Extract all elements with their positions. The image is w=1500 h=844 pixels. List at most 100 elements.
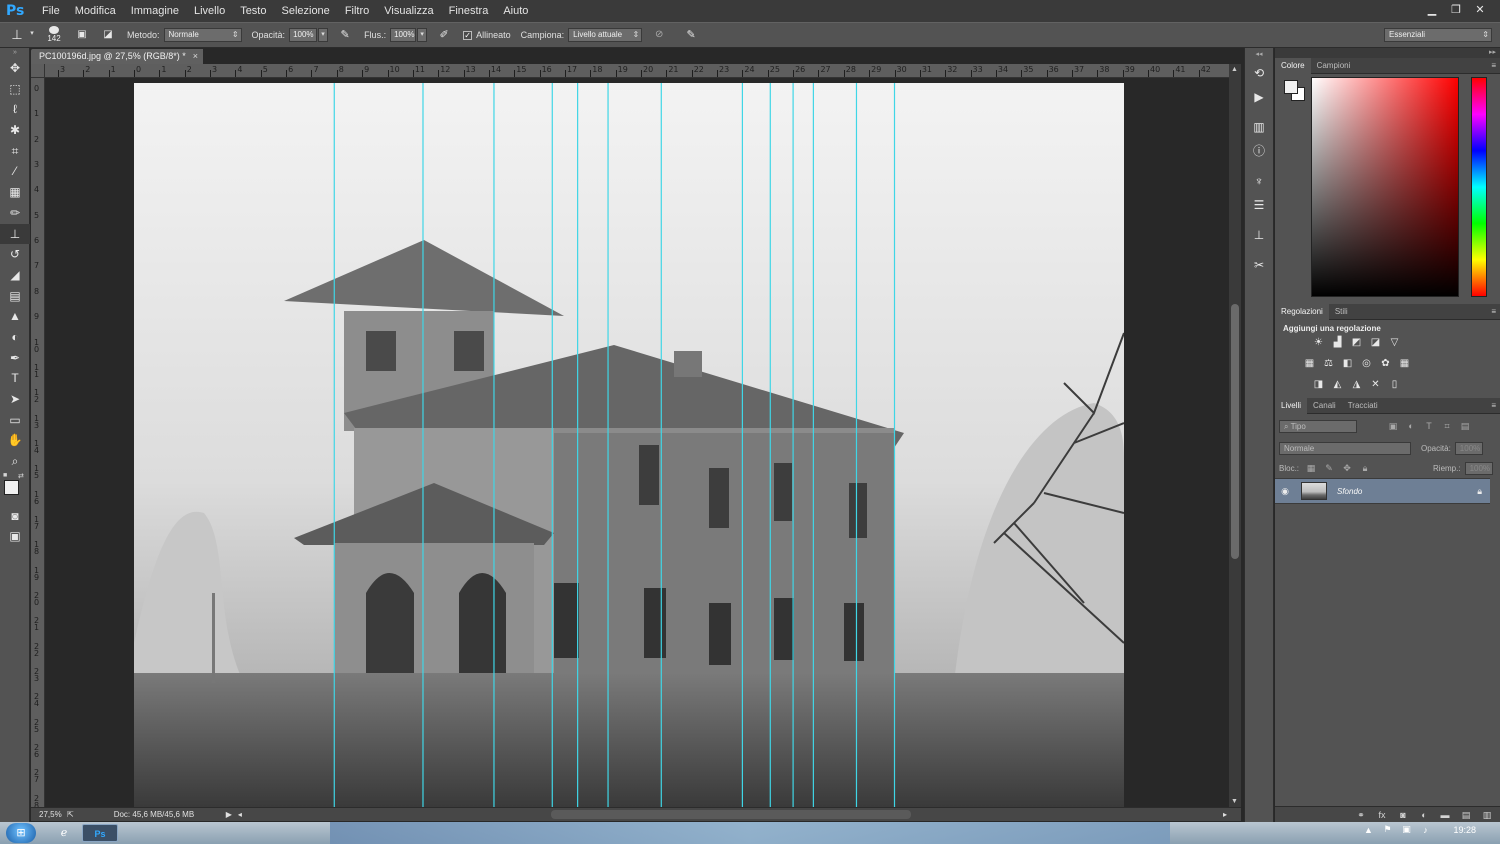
action-center-flag-icon[interactable]: ⚑: [1380, 824, 1394, 835]
path-selection-tool-icon[interactable]: ➤: [0, 389, 30, 410]
tab-campioni[interactable]: Campioni: [1311, 58, 1357, 74]
strip-collapse-icon[interactable]: ◂◂: [1245, 50, 1273, 60]
tab-colore[interactable]: Colore: [1275, 57, 1311, 74]
brush-settings-icon[interactable]: ☰: [1245, 194, 1273, 216]
status-menu-icon[interactable]: ▶: [226, 810, 232, 819]
filter-shape-icon[interactable]: ⌗: [1441, 420, 1453, 432]
photoshop-taskbar-button[interactable]: Ps: [82, 824, 118, 842]
brush-presets-icon[interactable]: ♆: [1245, 170, 1273, 192]
threshold-icon[interactable]: ◮: [1350, 379, 1363, 390]
lock-image-icon[interactable]: ✎: [1323, 462, 1335, 474]
close-document-icon[interactable]: ×: [193, 49, 198, 64]
tab-stili[interactable]: Stili: [1329, 304, 1354, 320]
panels-collapse-icon[interactable]: ▸▸: [1275, 48, 1500, 58]
vertical-ruler[interactable]: 0 1 2 3 4 5 6 7 8 9 1 0 1 1 1 2 1 3 1 4 1 5 1 6 1 7 1 8 1 9…: [31, 78, 45, 807]
restore-button[interactable]: ❐: [1444, 2, 1468, 18]
new-layer-icon[interactable]: ▤: [1459, 809, 1473, 821]
tool-preset-dropdown[interactable]: ▾: [27, 28, 37, 42]
rectangle-tool-icon[interactable]: ▭: [0, 410, 30, 431]
hue-spectrum-slider[interactable]: [1471, 77, 1487, 297]
network-icon[interactable]: ▣: [1399, 824, 1413, 835]
pressure-size-icon[interactable]: ✎: [682, 26, 700, 44]
layer-opacity-input[interactable]: 100%: [1454, 441, 1483, 455]
menu-file[interactable]: File: [36, 0, 69, 22]
marquee-tool-icon[interactable]: ⬚: [0, 79, 30, 100]
eyedropper-tool-icon[interactable]: ⁄: [0, 161, 30, 182]
eraser-tool-icon[interactable]: ◢: [0, 265, 30, 286]
menu-modifica[interactable]: Modifica: [69, 0, 125, 22]
posterize-icon[interactable]: ◭: [1331, 379, 1344, 390]
airbrush-icon[interactable]: ✐: [435, 26, 453, 44]
flusso-slider-dropdown[interactable]: ▾: [417, 28, 428, 42]
brush-panel-icon[interactable]: ▣: [73, 26, 91, 44]
color-lookup-icon[interactable]: ▦: [1398, 358, 1411, 369]
opacita-input[interactable]: 100%: [289, 28, 318, 42]
menu-aiuto[interactable]: Aiuto: [497, 0, 537, 22]
gradient-tool-icon[interactable]: ▤: [0, 286, 30, 307]
menu-filtro[interactable]: Filtro: [339, 0, 378, 22]
canvas-area[interactable]: [45, 78, 1229, 807]
new-group-icon[interactable]: ▬: [1438, 809, 1452, 821]
hand-tool-icon[interactable]: ✋: [0, 430, 30, 451]
tab-livelli[interactable]: Livelli: [1275, 397, 1308, 414]
clone-source-icon[interactable]: ⊥: [1245, 224, 1273, 246]
pressure-opacity-icon[interactable]: ✎: [336, 26, 354, 44]
clone-source-panel-icon[interactable]: ◪: [99, 26, 117, 44]
zoom-level[interactable]: 27,5%: [31, 810, 62, 819]
lock-position-icon[interactable]: ✥: [1341, 462, 1353, 474]
vertical-scrollbar[interactable]: ▲ ▼: [1229, 64, 1241, 807]
ruler-origin[interactable]: [31, 64, 45, 78]
metodo-select[interactable]: Normale: [163, 28, 242, 42]
filter-pixel-icon[interactable]: ▣: [1387, 420, 1399, 432]
tools-collapse-icon[interactable]: »: [0, 48, 30, 58]
menu-immagine[interactable]: Immagine: [125, 0, 188, 22]
layer-style-icon[interactable]: fx: [1375, 809, 1389, 821]
brush-size-picker[interactable]: 142: [43, 25, 65, 45]
exposure-icon[interactable]: ◪: [1369, 337, 1382, 348]
start-button[interactable]: ⊞: [6, 823, 36, 843]
share-icon[interactable]: ⇱: [67, 810, 74, 819]
horizontal-scroll-thumb[interactable]: [551, 810, 911, 819]
layer-filter-select[interactable]: ⌕ Tipo: [1279, 419, 1357, 433]
dodge-tool-icon[interactable]: ◐: [0, 327, 30, 348]
color-picker-field[interactable]: [1311, 77, 1459, 297]
black-white-icon[interactable]: ◧: [1341, 358, 1354, 369]
lock-all-icon[interactable]: 🔒︎: [1359, 462, 1371, 474]
document-tab[interactable]: PC100196d.jpg @ 27,5% (RGB/8*) * ×: [31, 49, 203, 64]
channel-mixer-icon[interactable]: ✿: [1379, 358, 1392, 369]
opacita-slider-dropdown[interactable]: ▾: [318, 28, 329, 42]
vertical-scroll-thumb[interactable]: [1231, 304, 1239, 559]
menu-selezione[interactable]: Selezione: [275, 0, 338, 22]
layer-visibility-eye-icon[interactable]: ◉: [1275, 486, 1295, 497]
selective-color-icon[interactable]: ✕: [1369, 379, 1382, 390]
layer-row-sfondo[interactable]: ◉ Sfondo 🔒︎: [1275, 478, 1490, 504]
swap-colors-icon[interactable]: ⇄: [18, 472, 24, 480]
scroll-up-icon[interactable]: ▲: [1231, 66, 1238, 73]
levels-icon[interactable]: ▟: [1331, 337, 1344, 348]
history-panel-icon[interactable]: ⟲: [1245, 62, 1273, 84]
tab-canali[interactable]: Canali: [1307, 398, 1342, 414]
blur-tool-icon[interactable]: ▲: [0, 306, 30, 327]
lasso-tool-icon[interactable]: ℓ: [0, 99, 30, 120]
menu-finestra[interactable]: Finestra: [443, 0, 498, 22]
actions-panel-icon[interactable]: ▶: [1245, 86, 1273, 108]
new-adjustment-icon[interactable]: ◐: [1417, 809, 1431, 821]
delete-layer-icon[interactable]: ▥: [1480, 809, 1494, 821]
filter-adjustment-icon[interactable]: ◐: [1405, 420, 1417, 432]
gradient-map-icon[interactable]: ▯: [1388, 379, 1401, 390]
pen-tool-icon[interactable]: ✒: [0, 348, 30, 369]
flusso-input[interactable]: 100%: [390, 28, 417, 42]
document-info[interactable]: Doc: 45,6 MB/45,6 MB: [114, 810, 226, 819]
add-mask-icon[interactable]: ◙: [1396, 809, 1410, 821]
campiona-select[interactable]: Livello attuale: [568, 28, 643, 42]
spot-healing-tool-icon[interactable]: ▦: [0, 182, 30, 203]
filter-smart-icon[interactable]: ▤: [1459, 420, 1471, 432]
internet-explorer-icon[interactable]: ℯ: [46, 824, 82, 842]
tray-expand-icon[interactable]: ▲: [1361, 825, 1375, 835]
filter-type-icon[interactable]: T: [1423, 420, 1435, 432]
vibrance-icon[interactable]: ▽: [1388, 337, 1401, 348]
link-layers-icon[interactable]: ⚭: [1354, 809, 1368, 821]
volume-icon[interactable]: ♪: [1418, 825, 1432, 835]
brush-tool-icon[interactable]: ✏: [0, 203, 30, 224]
foreground-color-swatch[interactable]: [4, 479, 19, 495]
